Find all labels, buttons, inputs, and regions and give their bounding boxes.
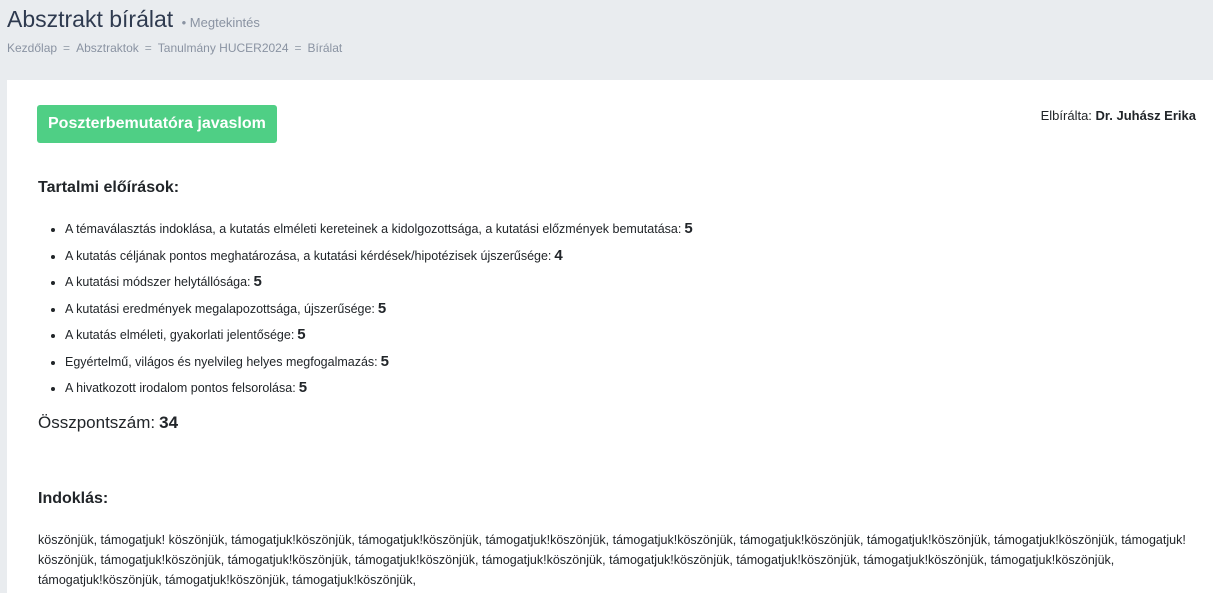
page-subtitle: • Megtekintés [181, 15, 260, 30]
breadcrumb-home[interactable]: Kezdőlap [7, 41, 57, 55]
criteria-item: A témaválasztás indoklása, a kutatás elm… [65, 217, 693, 244]
criteria-score: 5 [380, 352, 389, 370]
criteria-score: 4 [554, 246, 563, 264]
total-label: Összpontszám: [38, 413, 156, 432]
criteria-item: A kutatás céljának pontos meghatározása,… [65, 244, 693, 271]
criteria-score: 5 [297, 326, 306, 343]
breadcrumb-abstracts[interactable]: Absztraktok [76, 41, 139, 55]
criteria-label: Egyértelmű, világos és nyelvileg helyes … [65, 354, 378, 369]
criteria-label: A kutatási módszer helytállósága: [65, 275, 251, 289]
total-value: 34 [159, 413, 179, 432]
criteria-label: A kutatás céljának pontos meghatározása,… [65, 248, 552, 263]
criteria-score: 5 [298, 379, 308, 396]
criteria-item: Egyértelmű, világos és nyelvileg helyes … [65, 350, 693, 377]
title-row: Absztrakt bírálat • Megtekintés [7, 6, 260, 33]
criteria-label: A kutatási eredmények megalapozottsága, … [65, 301, 375, 316]
criteria-heading: Tartalmi előírások: [38, 179, 180, 196]
justification-text: köszönjük, támogatjuk! köszönjük, támoga… [38, 533, 1186, 587]
criteria-score: 5 [377, 299, 387, 317]
breadcrumb: Kezdőlap = Absztraktok = Tanulmány HUCER2024… [7, 41, 342, 55]
criteria-score: 5 [684, 220, 693, 237]
criteria-label: A témaválasztás indoklása, a kutatás elm… [65, 222, 682, 236]
criteria-item: A kutatási módszer helytállósága:5 [65, 270, 693, 297]
total-score: Összpontszám: 34 [38, 413, 178, 433]
breadcrumb-review: Bírálat [307, 41, 343, 55]
criteria-item: A hivatkozott irodalom pontos felsorolás… [65, 376, 693, 403]
justification-heading: Indoklás: [38, 490, 109, 507]
poster-recommendation-button[interactable]: Poszterbemutatóra javaslom [37, 105, 277, 143]
criteria-score: 5 [253, 273, 262, 290]
page-header: Absztrakt bírálat • Megtekintés Kezdőlap… [0, 0, 1213, 80]
reviewer-label: Elbírálta: [1040, 108, 1092, 123]
reviewer-info: Elbírálta: Dr. Juhász Erika [1041, 108, 1196, 123]
reviewer-name: Dr. Juhász Erika [1095, 108, 1196, 123]
breadcrumb-study[interactable]: Tanulmány HUCER2024 [158, 41, 289, 55]
criteria-list: A témaválasztás indoklása, a kutatás elm… [47, 217, 693, 403]
criteria-label: A hivatkozott irodalom pontos felsorolás… [65, 381, 296, 395]
criteria-item: A kutatási eredmények megalapozottsága, … [65, 297, 693, 324]
page-title: Absztrakt bírálat [7, 6, 174, 32]
breadcrumb-separator: = [63, 41, 71, 55]
breadcrumb-separator: = [294, 41, 302, 55]
criteria-label: A kutatás elméleti, gyakorlati jelentősé… [65, 328, 295, 342]
breadcrumb-separator: = [144, 41, 152, 55]
criteria-item: A kutatás elméleti, gyakorlati jelentősé… [65, 323, 693, 350]
review-card: Poszterbemutatóra javaslom Elbírálta: Dr… [7, 80, 1213, 593]
